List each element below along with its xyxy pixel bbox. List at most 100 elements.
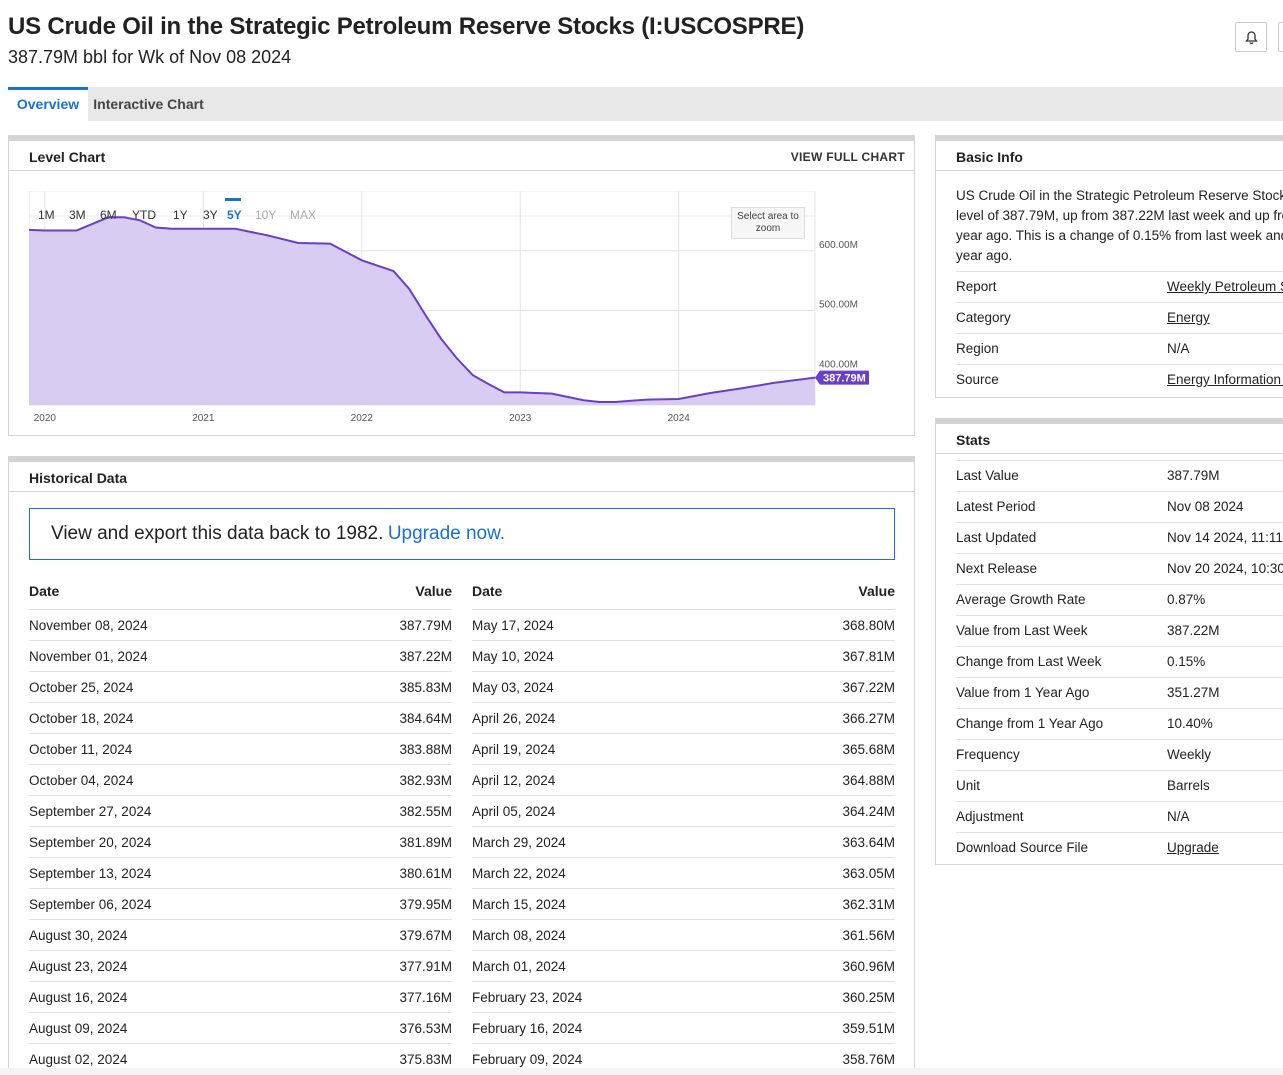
info-row: Last Updated Nov 14 2024, 11:11 E: [956, 522, 1283, 553]
table-row: February 16, 2024 359.51M: [472, 1013, 895, 1044]
date-column-header: Date: [29, 583, 60, 599]
x-tick-label: 2024: [668, 413, 691, 424]
info-row: Change from Last Week 0.15%: [956, 646, 1283, 677]
date-cell: April 12, 2024: [472, 773, 556, 788]
info-key: Region: [956, 341, 999, 356]
value-cell: 382.55M: [399, 804, 452, 819]
table-row: March 22, 2024 363.05M: [472, 858, 895, 889]
alert-button[interactable]: [1235, 22, 1267, 52]
range-button-5y[interactable]: 5Y: [227, 208, 242, 222]
info-value: 10.40%: [1167, 716, 1213, 731]
info-key: Next Release: [956, 561, 1038, 576]
info-key: Source: [956, 372, 999, 387]
range-button-10y[interactable]: 10Y: [255, 208, 276, 222]
range-button-6m[interactable]: 6M: [100, 208, 117, 222]
value-cell: 364.88M: [842, 773, 895, 788]
range-button-ytd[interactable]: YTD: [132, 208, 156, 222]
table-header: Date Value: [472, 574, 895, 610]
date-cell: September 13, 2024: [29, 866, 152, 881]
range-button-max[interactable]: MAX: [290, 208, 316, 222]
info-row: Report Weekly Petroleum Sta: [956, 271, 1283, 302]
info-key: Last Value: [956, 468, 1019, 483]
info-value: Nov 20 2024, 10:30 E: [1167, 561, 1283, 576]
value-cell: 377.16M: [399, 990, 452, 1005]
info-key: Frequency: [956, 747, 1020, 762]
date-cell: September 06, 2024: [29, 897, 152, 912]
basic-info-description: US Crude Oil in the Strategic Petroleum …: [956, 186, 1283, 266]
table-header: Date Value: [29, 574, 452, 610]
table-row: April 12, 2024 364.88M: [472, 765, 895, 796]
info-row: Latest Period Nov 08 2024: [956, 491, 1283, 522]
value-cell: 377.91M: [399, 959, 452, 974]
stats-panel: Stats Last Value 387.79M Latest Period Nov …: [935, 418, 1283, 865]
table-row: April 05, 2024 364.24M: [472, 796, 895, 827]
value-cell: 385.83M: [399, 680, 452, 695]
panel-header: Basic Info: [936, 141, 1283, 171]
table-row: August 30, 2024 379.67M: [29, 920, 452, 951]
table-row: February 23, 2024 360.25M: [472, 982, 895, 1013]
table-row: April 19, 2024 365.68M: [472, 734, 895, 765]
date-cell: May 03, 2024: [472, 680, 554, 695]
date-cell: February 09, 2024: [472, 1052, 583, 1067]
value-cell: 358.76M: [842, 1052, 895, 1067]
date-cell: February 16, 2024: [472, 1021, 583, 1036]
description-line: US Crude Oil in the Strategic Petroleum …: [956, 188, 1283, 203]
x-tick-label: 2020: [34, 413, 57, 424]
table-row: August 09, 2024 376.53M: [29, 1013, 452, 1044]
table-row: April 26, 2024 366.27M: [472, 703, 895, 734]
info-key: Category: [956, 310, 1011, 325]
date-cell: August 23, 2024: [29, 959, 128, 974]
table-row: November 01, 2024 387.22M: [29, 641, 452, 672]
info-value-link[interactable]: Energy Information A: [1167, 372, 1283, 387]
info-value: 387.22M: [1167, 623, 1220, 638]
table-row: October 11, 2024 383.88M: [29, 734, 452, 765]
value-cell: 368.80M: [842, 618, 895, 633]
table-row: October 04, 2024 382.93M: [29, 765, 452, 796]
upgrade-now-link[interactable]: Upgrade now.: [388, 523, 505, 544]
range-button-3m[interactable]: 3M: [69, 208, 86, 222]
view-full-chart-link[interactable]: VIEW FULL CHART: [791, 150, 905, 164]
value-cell: 382.93M: [399, 773, 452, 788]
value-column-header: Value: [415, 583, 452, 599]
info-value: Nov 14 2024, 11:11 E: [1167, 530, 1283, 545]
info-key: Report: [956, 279, 997, 294]
description-line: year ago.: [956, 248, 1013, 263]
info-row: Change from 1 Year Ago 10.40%: [956, 708, 1283, 739]
value-cell: 387.79M: [399, 618, 452, 633]
info-row: Frequency Weekly: [956, 739, 1283, 770]
date-cell: September 27, 2024: [29, 804, 152, 819]
range-button-1m[interactable]: 1M: [38, 208, 55, 222]
table-row: November 08, 2024 387.79M: [29, 610, 452, 641]
last-value-label: 387.79M: [823, 373, 866, 385]
chart-area[interactable]: 400.00M 500.00M 600.00M 2020 2021 2022 2023 202…: [29, 191, 899, 441]
range-button-3y[interactable]: 3Y: [203, 208, 218, 222]
zoom-hint: Select area to zoom: [731, 207, 805, 239]
bell-icon: [1245, 31, 1258, 44]
info-value-link[interactable]: Weekly Petroleum Sta: [1167, 279, 1283, 294]
info-row: Adjustment N/A: [956, 801, 1283, 832]
range-button-1y[interactable]: 1Y: [173, 208, 188, 222]
table-row: August 16, 2024 377.16M: [29, 982, 452, 1013]
value-cell: 381.89M: [399, 835, 452, 850]
info-key: Value from 1 Year Ago: [956, 685, 1090, 700]
upgrade-banner: View and export this data back to 1982. …: [29, 508, 895, 560]
date-cell: November 01, 2024: [29, 649, 148, 664]
info-value: N/A: [1167, 809, 1190, 824]
value-cell: 360.96M: [842, 959, 895, 974]
value-cell: 359.51M: [842, 1021, 895, 1036]
info-value-link[interactable]: Energy: [1167, 310, 1210, 325]
value-cell: 383.88M: [399, 742, 452, 757]
info-key: Change from 1 Year Ago: [956, 716, 1104, 731]
info-value: 387.79M: [1167, 468, 1220, 483]
tab-overview[interactable]: Overview: [8, 87, 88, 121]
info-value-link[interactable]: Upgrade: [1167, 840, 1219, 855]
panel-title: Basic Info: [956, 149, 1023, 165]
panel-title: Stats: [956, 432, 991, 448]
info-key: Adjustment: [956, 809, 1024, 824]
more-button[interactable]: [1278, 22, 1283, 52]
info-key: Value from Last Week: [956, 623, 1088, 638]
panel-header: Historical Data: [9, 462, 914, 492]
date-cell: March 08, 2024: [472, 928, 566, 943]
tab-interactive-chart[interactable]: Interactive Chart: [88, 87, 209, 121]
level-chart-panel: Level Chart VIEW FULL CHART 400.00M 500.0…: [8, 135, 915, 436]
